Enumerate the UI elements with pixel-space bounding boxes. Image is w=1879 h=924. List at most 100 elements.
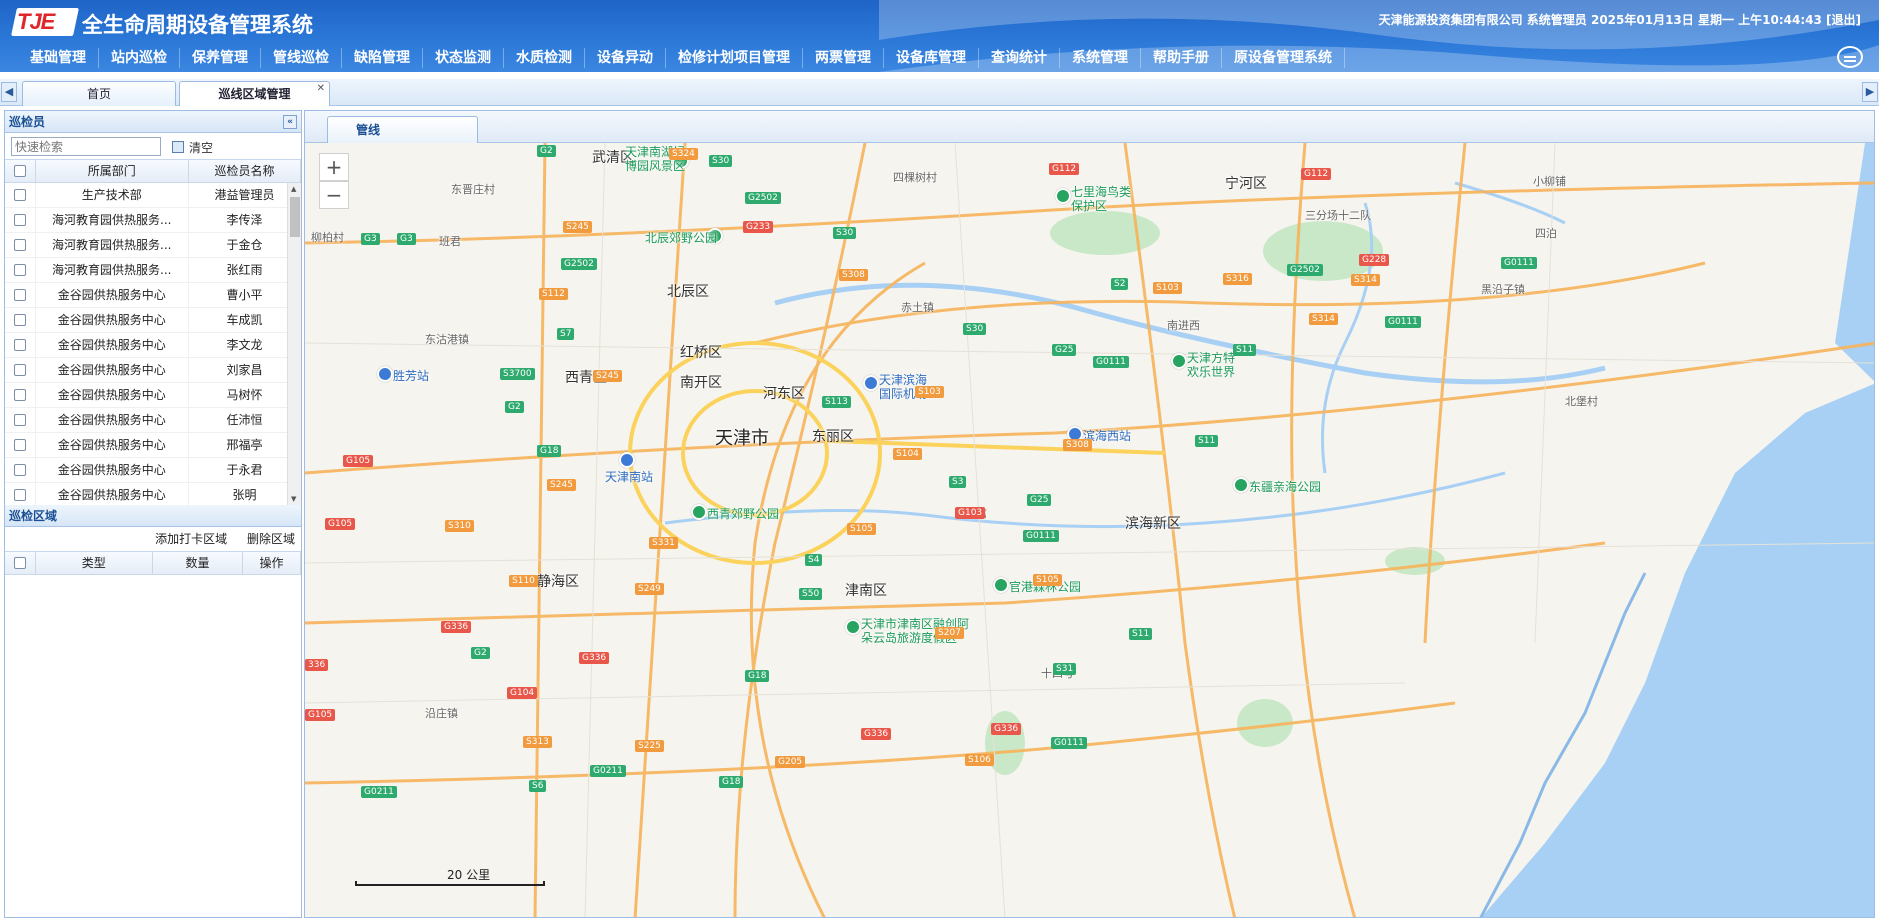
scroll-up-icon[interactable]: ▲: [291, 185, 296, 193]
tab-scroll-right-icon[interactable]: ▶: [1862, 82, 1878, 102]
table-row[interactable]: 金谷园供热服务中心 车成凯: [5, 307, 301, 333]
table-row[interactable]: 金谷园供热服务中心 曹小平: [5, 282, 301, 308]
row-checkbox[interactable]: [13, 264, 26, 276]
chat-bubble-icon[interactable]: [1837, 46, 1863, 68]
nav-item[interactable]: 基础管理: [18, 48, 99, 68]
add-checkin-area-button[interactable]: 添加打卡区域: [155, 532, 227, 546]
scrollbar-thumb[interactable]: [290, 197, 300, 237]
column-header-inspector-name[interactable]: 巡检员名称: [188, 160, 301, 183]
park-pin-icon[interactable]: [1055, 188, 1071, 204]
collapse-icon[interactable]: «: [283, 115, 297, 129]
nav-item[interactable]: 缺陷管理: [342, 48, 423, 68]
tab-scroll-left-icon[interactable]: ◀: [1, 82, 17, 102]
zoom-in-button[interactable]: +: [319, 153, 349, 181]
poi-fangte[interactable]: 天津方特 欢乐世界: [1187, 351, 1235, 379]
road-shield: S331: [649, 537, 678, 549]
close-icon[interactable]: ✕: [317, 77, 325, 101]
nav-item[interactable]: 站内巡检: [99, 48, 180, 68]
table-row[interactable]: 金谷园供热服务中心 于永君: [5, 457, 301, 483]
table-row[interactable]: 海河教育园供热服务... 李传泽: [5, 207, 301, 233]
nav-item[interactable]: 原设备管理系统: [1222, 48, 1345, 68]
column-header-type[interactable]: 类型: [35, 552, 153, 575]
department-cell: 金谷园供热服务中心: [35, 307, 189, 333]
road-shield: G105: [305, 709, 336, 721]
nav-item[interactable]: 两票管理: [803, 48, 884, 68]
tab-home[interactable]: 首页: [22, 81, 176, 106]
grid-scrollbar[interactable]: ▲ ▼: [287, 183, 301, 505]
poi-xiqing-park[interactable]: 西青郊野公园: [707, 507, 779, 521]
column-header-count[interactable]: 数量: [152, 552, 243, 575]
road-shield: G0111: [1385, 316, 1421, 328]
poi-beichen-park[interactable]: 北辰郊野公园: [645, 231, 717, 245]
nav-item[interactable]: 帮助手册: [1141, 48, 1222, 68]
column-header-action[interactable]: 操作: [242, 552, 301, 575]
road-shield: G112: [1049, 163, 1080, 175]
nav-item[interactable]: 系统管理: [1060, 48, 1141, 68]
row-checkbox[interactable]: [13, 439, 26, 451]
nav-item[interactable]: 设备异动: [585, 48, 666, 68]
tab-pipeline[interactable]: 管线: [327, 116, 478, 143]
area-select-all-checkbox[interactable]: [13, 557, 26, 570]
poi-dongjiang[interactable]: 东疆亲海公园: [1249, 480, 1321, 494]
poi-tianjinnan[interactable]: 天津南站: [605, 470, 653, 484]
table-row[interactable]: 海河教育园供热服务... 于金仓: [5, 232, 301, 258]
nav-item[interactable]: 保养管理: [180, 48, 261, 68]
table-row[interactable]: 海河教育园供热服务... 张红雨: [5, 257, 301, 283]
row-checkbox[interactable]: [13, 189, 26, 201]
nav-item[interactable]: 检修计划项目管理: [666, 48, 803, 68]
tab-patrol-area[interactable]: 巡线区域管理 ✕: [179, 81, 330, 106]
column-header-department[interactable]: 所属部门: [35, 160, 189, 183]
table-row[interactable]: 金谷园供热服务中心 李文龙: [5, 332, 301, 358]
table-row[interactable]: 金谷园供热服务中心 刘家昌: [5, 357, 301, 383]
map-label-sijingshu: 四棵树村: [893, 171, 937, 184]
department-cell: 金谷园供热服务中心: [35, 382, 189, 408]
road-shield: G233: [743, 221, 774, 233]
row-checkbox[interactable]: [13, 389, 26, 401]
table-row[interactable]: 金谷园供热服务中心 任沛恒: [5, 407, 301, 433]
row-checkbox[interactable]: [13, 289, 26, 301]
row-checkbox[interactable]: [13, 414, 26, 426]
airport-pin-icon[interactable]: [863, 375, 879, 391]
row-checkbox[interactable]: [13, 314, 26, 326]
row-checkbox[interactable]: [13, 464, 26, 476]
select-all-checkbox[interactable]: [13, 165, 26, 178]
row-checkbox[interactable]: [13, 214, 26, 226]
nav-item[interactable]: 设备库管理: [884, 48, 979, 68]
park-pin-icon[interactable]: [691, 504, 707, 520]
search-input[interactable]: [11, 137, 161, 156]
row-checkbox[interactable]: [13, 489, 26, 501]
park-pin-icon[interactable]: [845, 619, 861, 635]
nav-item[interactable]: 查询统计: [979, 48, 1060, 68]
row-checkbox[interactable]: [13, 239, 26, 251]
clear-icon[interactable]: [172, 141, 184, 153]
nav-item[interactable]: 水质检测: [504, 48, 585, 68]
poi-qili[interactable]: 七里海鸟类 保护区: [1071, 185, 1131, 213]
road-shield: S106: [965, 754, 994, 766]
delete-area-button[interactable]: 删除区域: [247, 532, 295, 546]
table-row[interactable]: 金谷园供热服务中心 马树怀: [5, 382, 301, 408]
row-checkbox[interactable]: [13, 339, 26, 351]
park-pin-icon[interactable]: [993, 577, 1009, 593]
station-pin-icon[interactable]: [377, 366, 393, 382]
map-label-sanfen: 三分场十二队: [1305, 209, 1371, 222]
table-row[interactable]: 金谷园供热服务中心 张明: [5, 482, 301, 508]
row-checkbox[interactable]: [13, 364, 26, 376]
clear-button[interactable]: 清空: [189, 139, 213, 156]
road-shield: G105: [325, 518, 356, 530]
station-pin-icon[interactable]: [619, 452, 635, 468]
map-label-sixiang: 四泊: [1535, 227, 1557, 240]
map-canvas[interactable]: + − 武清区 北辰区 红桥区 西青区 南开区 河东区 天津市 东丽区 静海区 …: [305, 143, 1874, 917]
nav-item[interactable]: 管线巡检: [261, 48, 342, 68]
table-row[interactable]: 生产技术部 港益管理员: [5, 182, 301, 208]
poi-shengfang[interactable]: 胜芳站: [393, 369, 429, 383]
zoom-out-button[interactable]: −: [319, 181, 349, 209]
logout-link[interactable]: [退出]: [1826, 13, 1861, 27]
park-pin-icon[interactable]: [1233, 477, 1249, 493]
nav-item[interactable]: 状态监测: [423, 48, 504, 68]
inspector-panel-header: 巡检员 «: [5, 111, 301, 133]
road-shield: G25: [1052, 344, 1077, 356]
table-row[interactable]: 金谷园供热服务中心 邢福亭: [5, 432, 301, 458]
road-shield: G336: [991, 723, 1022, 735]
park-pin-icon[interactable]: [1171, 353, 1187, 369]
scroll-down-icon[interactable]: ▼: [291, 495, 296, 503]
